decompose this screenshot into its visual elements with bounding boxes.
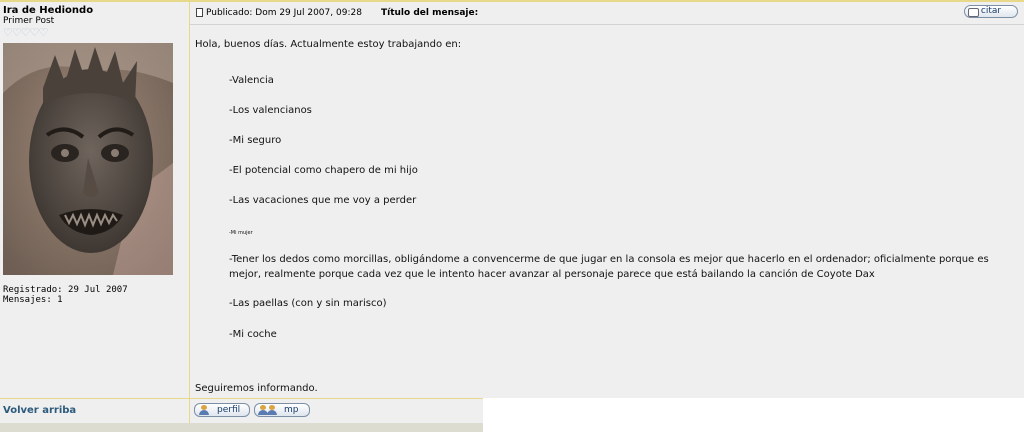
footer-actions: perfil mp bbox=[190, 398, 483, 423]
author-name[interactable]: Ira de Hediondo bbox=[3, 5, 93, 16]
list-item: -El potencial como chapero de mi hijo bbox=[229, 165, 418, 176]
author-panel: Ira de Hediondo Primer Post ♡♡♡♡♡ Regist… bbox=[0, 2, 190, 398]
body-closing: Seguiremos informando. bbox=[195, 383, 318, 394]
list-item: -Las paellas (con y sin marisco) bbox=[229, 298, 387, 309]
avatar bbox=[3, 43, 173, 275]
list-item: -Tener los dedos como morcillas, obligán… bbox=[229, 254, 989, 265]
post-content-panel: Publicado: Dom 29 Jul 2007, 09:28 Título… bbox=[190, 2, 1024, 398]
list-item: -Mi coche bbox=[229, 329, 277, 340]
pm-button[interactable]: mp bbox=[254, 403, 310, 417]
profile-button[interactable]: perfil bbox=[194, 403, 250, 417]
bottom-divider bbox=[0, 423, 483, 432]
list-item: -Mi seguro bbox=[229, 135, 282, 146]
list-item: -Los valencianos bbox=[229, 105, 312, 116]
registered-date: Registrado: 29 Jul 2007 bbox=[3, 285, 128, 295]
pm-icon-secondary bbox=[267, 405, 277, 415]
quote-button-label: citar bbox=[980, 6, 1002, 16]
post-icon bbox=[196, 8, 203, 17]
list-item: -Las vacaciones que me voy a perder bbox=[229, 195, 417, 206]
rank-stars-icon: ♡♡♡♡♡ bbox=[3, 26, 48, 39]
profile-button-label: perfil bbox=[217, 405, 241, 415]
post-subject-label: Título del mensaje: bbox=[381, 8, 479, 18]
post-header: Publicado: Dom 29 Jul 2007, 09:28 Título… bbox=[190, 2, 1024, 25]
author-rank: Primer Post bbox=[3, 16, 55, 26]
author-meta: Registrado: 29 Jul 2007 Mensajes: 1 bbox=[3, 285, 128, 305]
body-intro: Hola, buenos días. Actualmente estoy tra… bbox=[195, 39, 462, 50]
message-count: Mensajes: 1 bbox=[3, 295, 63, 305]
list-item: -Valencia bbox=[229, 75, 274, 86]
back-to-top-link[interactable]: Volver arriba bbox=[3, 405, 76, 416]
footer-left: Volver arriba bbox=[0, 398, 190, 423]
list-item: -Mi mujer bbox=[229, 230, 253, 236]
profile-icon bbox=[199, 405, 209, 415]
quote-button[interactable]: citar bbox=[964, 5, 1018, 18]
post-date: Publicado: Dom 29 Jul 2007, 09:28 bbox=[206, 8, 362, 18]
pm-button-label: mp bbox=[284, 405, 299, 415]
quote-icon bbox=[968, 8, 979, 17]
list-item: mejor, realmente porque cada vez que le … bbox=[229, 269, 875, 280]
